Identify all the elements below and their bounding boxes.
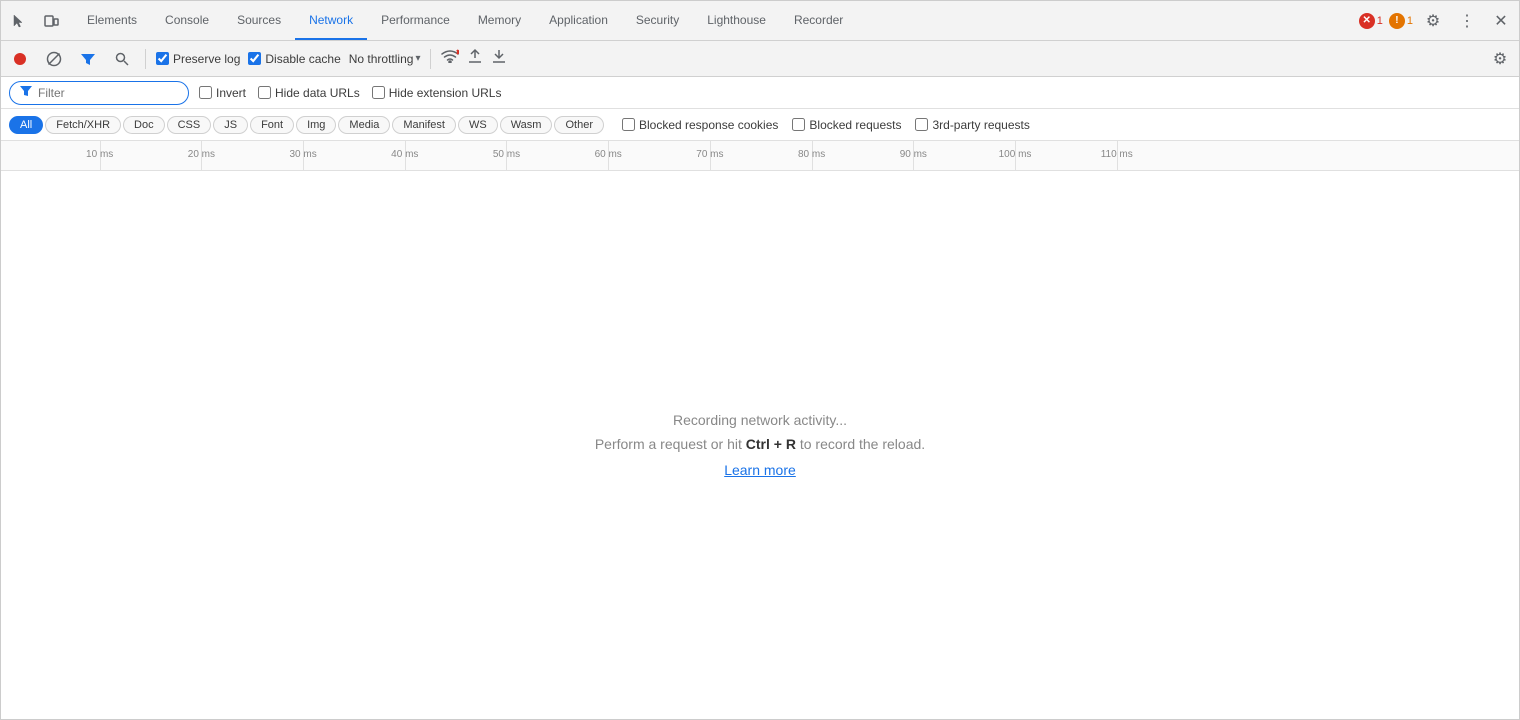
download-icon[interactable]: [491, 48, 507, 69]
timeline-tick: 60 ms: [595, 149, 622, 160]
tab-memory[interactable]: Memory: [464, 1, 535, 40]
hide-data-urls-checkbox[interactable]: [258, 86, 271, 99]
device-toggle-btn[interactable]: [37, 7, 65, 35]
tab-application[interactable]: Application: [535, 1, 622, 40]
instruction-before: Perform a request or hit: [595, 436, 746, 452]
filter-input-wrap[interactable]: [9, 81, 189, 105]
preserve-log-label[interactable]: Preserve log: [156, 52, 240, 66]
tab-network[interactable]: Network: [295, 1, 367, 40]
timeline-tick: 50 ms: [493, 149, 520, 160]
timeline-tick: 70 ms: [696, 149, 723, 160]
timeline-tick: 80 ms: [798, 149, 825, 160]
tab-security[interactable]: Security: [622, 1, 693, 40]
type-tab-js[interactable]: JS: [213, 116, 248, 134]
clear-btn[interactable]: [41, 46, 67, 72]
nav-icons: [5, 7, 65, 35]
timeline-tick: 10 ms: [86, 149, 113, 160]
third-party-checkbox[interactable]: [915, 118, 928, 131]
type-tab-doc[interactable]: Doc: [123, 116, 165, 134]
search-btn[interactable]: [109, 46, 135, 72]
wifi-icon[interactable]: [441, 49, 459, 68]
upload-icon[interactable]: [467, 48, 483, 69]
filter-input[interactable]: [38, 86, 158, 100]
type-tab-other[interactable]: Other: [554, 116, 604, 134]
top-nav: Elements Console Sources Network Perform…: [1, 1, 1519, 41]
tab-sources[interactable]: Sources: [223, 1, 295, 40]
timeline-tick: 90 ms: [900, 149, 927, 160]
timeline-header: 10 ms 20 ms 30 ms 40 ms 50 ms 60 ms 70 ms 80 ms…: [1, 141, 1519, 171]
type-tab-fetch-xhr[interactable]: Fetch/XHR: [45, 116, 121, 134]
instruction-after: to record the reload.: [796, 436, 925, 452]
settings-btn[interactable]: ⚙: [1419, 7, 1447, 35]
filter-toggle-btn[interactable]: [75, 46, 101, 72]
tab-recorder[interactable]: Recorder: [780, 1, 857, 40]
blocked-requests-check[interactable]: Blocked requests: [792, 118, 901, 132]
instruction-text: Perform a request or hit Ctrl + R to rec…: [595, 436, 925, 452]
toolbar-separator-1: [145, 49, 146, 69]
tab-elements[interactable]: Elements: [73, 1, 151, 40]
error-icon: ✕: [1359, 13, 1375, 29]
type-checkboxes: Blocked response cookies Blocked request…: [622, 118, 1030, 132]
recording-text: Recording network activity...: [673, 412, 847, 428]
throttle-select[interactable]: No throttling ▾: [349, 52, 421, 66]
type-tab-font[interactable]: Font: [250, 116, 294, 134]
filter-icon: [20, 85, 32, 100]
timeline-tick: 20 ms: [188, 149, 215, 160]
close-btn[interactable]: ✕: [1487, 7, 1515, 35]
devtools-window: Elements Console Sources Network Perform…: [0, 0, 1520, 720]
nav-right: ✕ 1 ! 1 ⚙ ⋮ ✕: [1359, 7, 1515, 35]
record-stop-btn[interactable]: [7, 46, 33, 72]
toolbar: Preserve log Disable cache No throttling…: [1, 41, 1519, 77]
error-count: 1: [1377, 15, 1383, 27]
tab-console[interactable]: Console: [151, 1, 223, 40]
timeline-tick: 30 ms: [289, 149, 316, 160]
blocked-response-checkbox[interactable]: [622, 118, 635, 131]
hide-data-urls-check[interactable]: Hide data URLs: [258, 86, 360, 100]
throttle-arrow-icon: ▾: [415, 53, 420, 64]
instruction-shortcut: Ctrl + R: [746, 436, 796, 452]
tab-lighthouse[interactable]: Lighthouse: [693, 1, 780, 40]
blocked-response-check[interactable]: Blocked response cookies: [622, 118, 778, 132]
disable-cache-label[interactable]: Disable cache: [248, 52, 340, 66]
type-tab-ws[interactable]: WS: [458, 116, 498, 134]
type-tab-wasm[interactable]: Wasm: [500, 116, 553, 134]
type-filter-row: All Fetch/XHR Doc CSS JS Font Img Media …: [1, 109, 1519, 141]
warn-badge[interactable]: ! 1: [1389, 13, 1413, 29]
warn-count: 1: [1407, 15, 1413, 27]
invert-check[interactable]: Invert: [199, 86, 246, 100]
toolbar-separator-2: [430, 49, 431, 69]
disable-cache-checkbox[interactable]: [248, 52, 261, 65]
filter-row: Invert Hide data URLs Hide extension URL…: [1, 77, 1519, 109]
timeline-tick: 110 ms: [1101, 149, 1133, 160]
preserve-log-checkbox[interactable]: [156, 52, 169, 65]
filter-checks: Invert Hide data URLs Hide extension URL…: [199, 86, 501, 100]
warn-icon: !: [1389, 13, 1405, 29]
tab-performance[interactable]: Performance: [367, 1, 464, 40]
type-tab-css[interactable]: CSS: [167, 116, 212, 134]
timeline-tick: 40 ms: [391, 149, 418, 160]
blocked-requests-checkbox[interactable]: [792, 118, 805, 131]
error-badge[interactable]: ✕ 1: [1359, 13, 1383, 29]
hide-extension-urls-checkbox[interactable]: [372, 86, 385, 99]
network-settings-btn[interactable]: ⚙: [1487, 46, 1513, 72]
more-btn[interactable]: ⋮: [1453, 7, 1481, 35]
main-content: Recording network activity... Perform a …: [1, 171, 1519, 719]
throttle-text: No throttling: [349, 52, 414, 66]
third-party-check[interactable]: 3rd-party requests: [915, 118, 1029, 132]
cursor-icon-btn[interactable]: [5, 7, 33, 35]
type-tab-media[interactable]: Media: [338, 116, 390, 134]
type-tab-all[interactable]: All: [9, 116, 43, 134]
type-tab-manifest[interactable]: Manifest: [392, 116, 456, 134]
learn-more-link[interactable]: Learn more: [724, 462, 796, 478]
timeline-tick: 100 ms: [999, 149, 1032, 160]
nav-tabs: Elements Console Sources Network Perform…: [73, 1, 1359, 40]
hide-extension-urls-check[interactable]: Hide extension URLs: [372, 86, 502, 100]
type-tab-img[interactable]: Img: [296, 116, 336, 134]
invert-checkbox[interactable]: [199, 86, 212, 99]
